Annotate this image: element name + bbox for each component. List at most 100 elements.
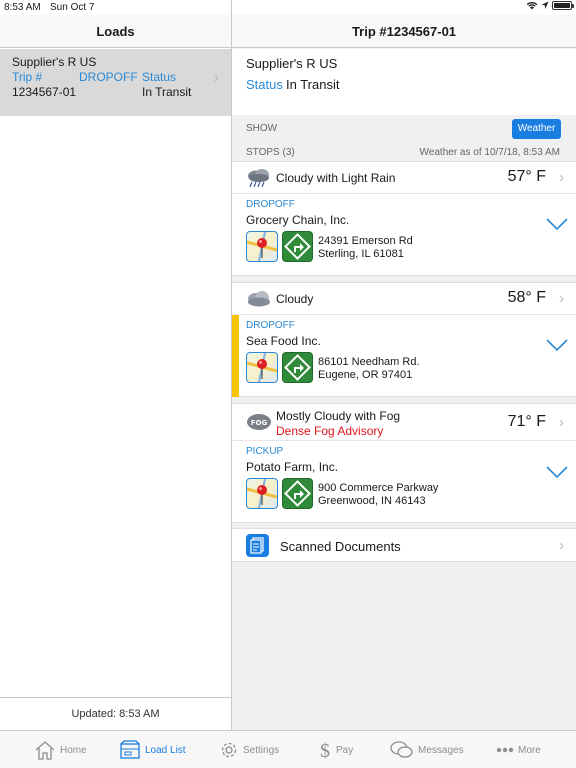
tab-more[interactable]: More [496,731,541,768]
temperature: 57° F [507,168,546,185]
chevron-right-icon: › [559,290,564,307]
tab-settings-label: Settings [243,744,280,756]
rain-cloud-icon [248,169,269,188]
weather-condition: Mostly Cloudy with Fog [276,409,401,423]
tab-pay[interactable]: $ Pay [318,731,353,768]
fog-icon: FOG [247,414,271,430]
stop-address-line1: 24391 Emerson Rd [318,235,413,247]
trip-title: Trip #1234567-01 [232,15,576,48]
map-pin-icon [247,232,277,261]
map-button[interactable] [246,478,278,509]
show-label: SHOW [246,123,278,134]
tab-home-label: Home [60,744,87,756]
stop-type: DROPOFF [246,199,295,210]
status-time: 8:53 AM [4,2,41,13]
directions-icon [284,233,311,260]
stop-alert-flag [232,315,239,397]
trip-detail-pane: Trip #1234567-01 Supplier's R US Status … [232,15,576,730]
directions-button[interactable] [282,478,313,509]
documents-icon [246,534,269,557]
load-supplier: Supplier's R US [12,55,97,69]
stop-company: Sea Food Inc. [246,334,321,348]
stop-address-line2: Sterling, IL 61081 [318,248,404,260]
directions-icon [284,480,311,507]
tab-load-list-label: Load List [145,744,186,756]
stop-card[interactable]: FOG Mostly Cloudy with Fog Dense Fog Adv… [232,403,576,523]
weather-condition: Cloudy [276,292,314,306]
wifi-icon [526,2,538,10]
more-icon [496,747,514,753]
box-icon [120,740,140,759]
svg-text:$: $ [320,740,330,761]
weather-button[interactable]: Weather [512,119,561,139]
stop-company: Potato Farm, Inc. [246,460,339,474]
load-status: In Transit [142,85,192,99]
tab-pay-label: Pay [336,744,354,756]
chevron-right-icon: › [213,69,219,86]
chevron-right-icon: › [559,537,564,554]
trip-number-header: Trip # [12,70,43,84]
location-icon [541,1,549,9]
weather-condition: Cloudy with Light Rain [276,171,396,185]
weather-row[interactable]: FOG Mostly Cloudy with Fog Dense Fog Adv… [232,404,576,441]
chevron-right-icon: › [559,414,564,431]
tab-more-label: More [518,744,541,756]
chevron-down-icon[interactable] [546,217,568,231]
tab-settings[interactable]: Settings [219,731,279,768]
stop-address-line1: 86101 Needham Rd. [318,356,420,368]
map-button[interactable] [246,352,278,383]
trip-status-label: Status [246,77,283,92]
loads-title: Loads [0,15,231,48]
tab-messages-label: Messages [418,744,464,756]
scanned-documents-row[interactable]: Scanned Documents › [232,528,576,562]
stop-company: Grocery Chain, Inc. [246,213,350,227]
stop-address-line2: Eugene, OR 97401 [318,369,413,381]
load-list-item[interactable]: Supplier's R US Trip # DROPOFF Status 12… [0,49,231,116]
status-header: Status [142,70,177,84]
stop-address-line2: Greenwood, IN 46143 [318,495,426,507]
stops-label: STOPS (3) [246,147,295,158]
chevron-right-icon: › [559,169,564,186]
gear-icon [221,742,237,758]
cloud-icon [248,291,270,307]
status-date: Sun Oct 7 [50,2,95,13]
home-icon [35,741,55,760]
map-button[interactable] [246,231,278,262]
stop-card[interactable]: Cloudy with Light Rain 57° F › DROPOFF G… [232,161,576,276]
weather-timestamp: Weather as of 10/7/18, 8:53 AM [419,147,560,158]
chevron-down-icon[interactable] [546,338,568,352]
scanned-documents-label: Scanned Documents [280,539,401,554]
chat-icon [390,741,413,758]
weather-advisory[interactable]: Dense Fog Advisory [276,424,383,438]
svg-text:FOG: FOG [251,419,268,427]
tab-messages[interactable]: Messages [390,731,464,768]
directions-button[interactable] [282,352,313,383]
weather-row[interactable]: Cloudy with Light Rain 57° F › [232,162,576,194]
stop-type: DROPOFF [246,320,295,331]
directions-icon [284,354,311,381]
status-icons [526,1,574,10]
load-trip-number: 1234567-01 [12,85,77,99]
temperature: 71° F [507,413,546,430]
tab-home[interactable]: Home [34,731,87,768]
weather-row[interactable]: Cloudy 58° F › [232,283,576,315]
updated-footer: Updated: 8:53 AM [0,697,231,730]
chevron-down-icon[interactable] [546,465,568,479]
tab-bar: Home Load List Settings $ Pay Messages M… [0,730,576,768]
temperature: 58° F [507,289,546,306]
trip-supplier: Supplier's R US [246,56,338,71]
status-bar: 8:53 AM Sun Oct 7 [0,0,576,15]
map-pin-icon [247,479,277,508]
directions-button[interactable] [282,231,313,262]
stop-card[interactable]: Cloudy 58° F › DROPOFF Sea Food Inc. 861… [232,282,576,397]
tab-load-list[interactable]: Load List [119,731,186,768]
dollar-icon: $ [320,740,330,761]
stop-address-line1: 900 Commerce Parkway [318,482,439,494]
trip-summary: Supplier's R US Status In Transit [232,49,576,115]
trip-status-value: In Transit [286,77,340,92]
stop-type: PICKUP [246,446,284,457]
load-type-header: DROPOFF [79,70,138,84]
loads-pane: Loads Supplier's R US Trip # DROPOFF Sta… [0,15,231,730]
map-pin-icon [247,353,277,382]
battery-icon [552,1,574,10]
